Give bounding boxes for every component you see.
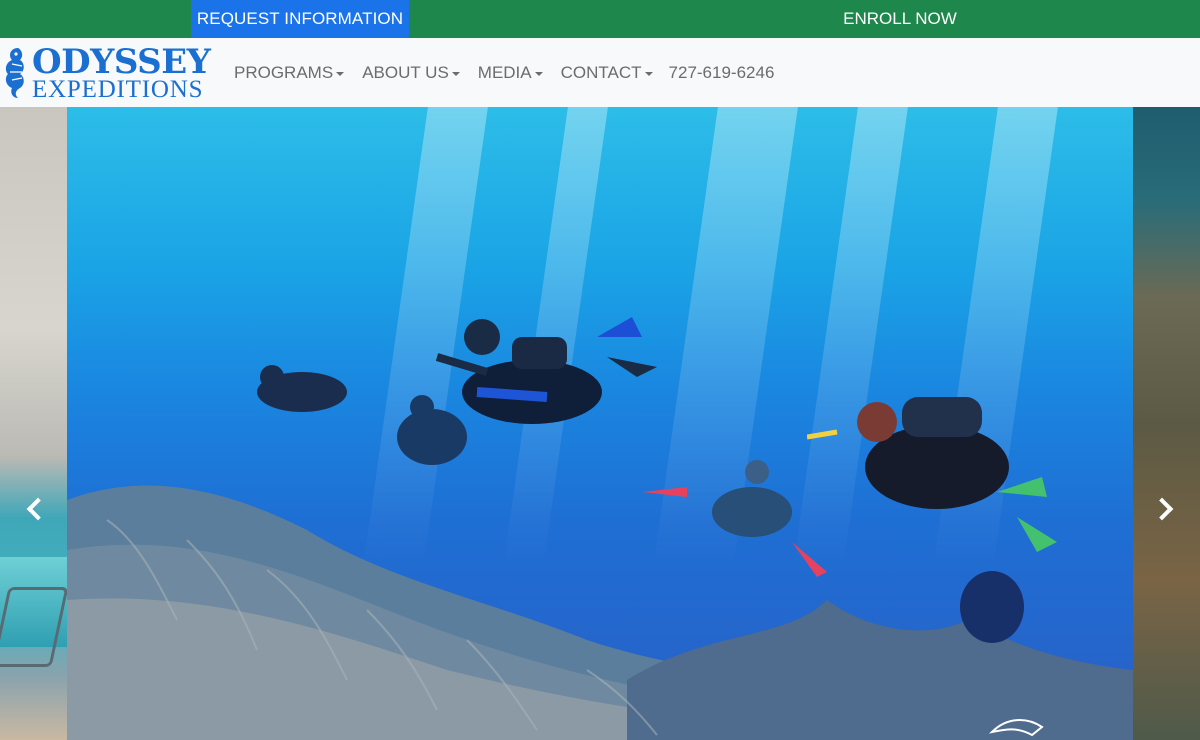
request-information-button[interactable]: REQUEST INFORMATION	[191, 0, 409, 38]
nav-phone-link[interactable]: 727-619-6246	[669, 63, 775, 83]
nav-item-media[interactable]: MEDIA	[478, 63, 543, 83]
caret-down-icon	[336, 71, 345, 76]
fish-logo-icon	[988, 719, 1044, 737]
carousel-slide-divers	[67, 107, 1133, 740]
hero-carousel	[0, 107, 1200, 740]
caret-down-icon	[644, 71, 653, 76]
nav-item-label: CONTACT	[560, 62, 642, 82]
top-action-bar: REQUEST INFORMATION ENROLL NOW	[0, 0, 1200, 38]
enroll-now-button[interactable]: ENROLL NOW	[780, 0, 1020, 38]
nav-item-label: ABOUT US	[362, 62, 449, 82]
nav-item-programs[interactable]: PROGRAMS	[234, 62, 345, 83]
nav-item-contact[interactable]: CONTACT	[561, 63, 653, 83]
diver-figure	[642, 460, 827, 577]
logo-text-odyssey: ODYSSEY	[32, 42, 211, 82]
diver-figure	[807, 397, 1057, 552]
diver-figure	[257, 365, 347, 412]
caret-down-icon	[534, 71, 543, 76]
lounge-chair-fragment	[0, 587, 69, 667]
carousel-next-button[interactable]	[1146, 487, 1186, 531]
caret-down-icon	[451, 71, 460, 76]
logo-text-expeditions: EXPEDITIONS	[32, 76, 204, 103]
odyssey-logo[interactable]: ODYSSEY EXPEDITIONS	[0, 42, 214, 104]
primary-nav: PROGRAMS ABOUT US MEDIA CONTACT 727-619-…	[234, 38, 774, 107]
next-slide-peek	[1133, 107, 1200, 740]
carousel-prev-button[interactable]	[14, 487, 54, 531]
chevron-left-icon	[26, 497, 50, 521]
previous-slide-peek	[0, 107, 69, 740]
nav-item-label: MEDIA	[477, 62, 532, 82]
diver-figure	[960, 571, 1024, 643]
chevron-right-icon	[1150, 497, 1174, 521]
nav-item-label: PROGRAMS	[234, 62, 334, 82]
nav-item-about-us[interactable]: ABOUT US	[362, 63, 460, 83]
diver-figure	[397, 395, 467, 465]
seahorse-logo-icon	[5, 48, 24, 98]
main-navbar: ODYSSEY EXPEDITIONS PROGRAMS ABOUT US ME…	[0, 38, 1200, 107]
